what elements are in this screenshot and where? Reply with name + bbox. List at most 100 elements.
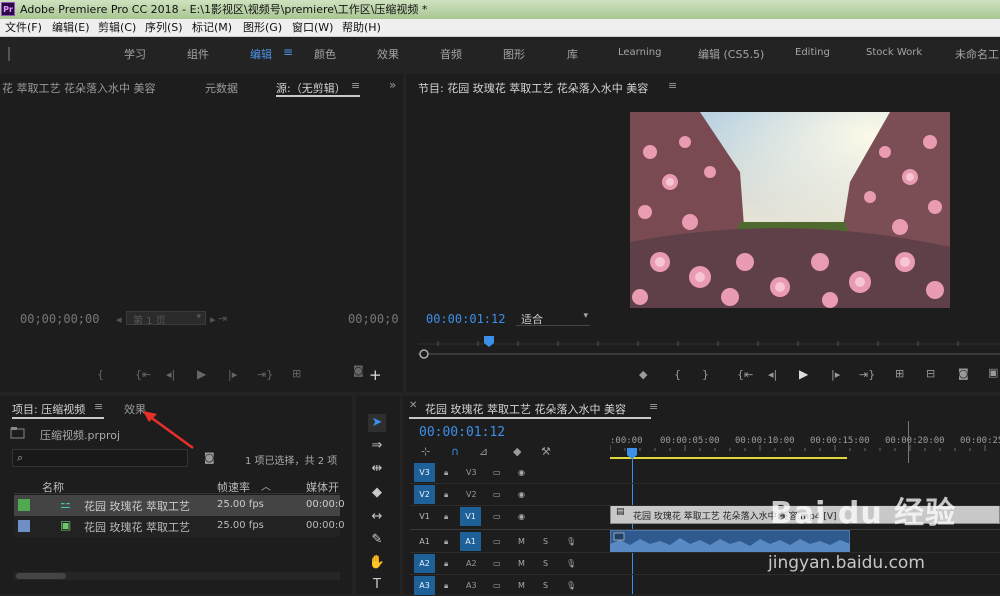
go-to-in-icon[interactable]: {⇤ <box>737 368 753 381</box>
track-target-v3[interactable]: V3 <box>466 463 477 482</box>
source-patch-a2[interactable]: A2 <box>414 554 435 573</box>
workspace-editing[interactable]: 编辑 <box>250 46 272 62</box>
mark-in-icon[interactable]: { <box>97 368 104 381</box>
project-scrollbar[interactable] <box>14 572 340 580</box>
lock-icon[interactable]: 🔒︎ <box>444 554 448 573</box>
microphone-icon[interactable]: 🎙︎ <box>566 554 576 573</box>
menu-help[interactable]: 帮助(H) <box>342 19 381 37</box>
lock-icon[interactable]: 🔒︎ <box>444 576 448 595</box>
add-marker-icon[interactable]: ◆ <box>513 445 521 458</box>
col-media-start[interactable]: 媒体开 <box>306 479 339 495</box>
track-target-v1[interactable]: V1 <box>460 507 481 526</box>
step-back-icon[interactable]: ◂| <box>166 368 175 381</box>
audio-clip-a1[interactable] <box>610 530 850 552</box>
sync-lock-icon[interactable]: ▭ <box>493 507 501 526</box>
workspace-editing-en[interactable]: Editing <box>795 47 830 58</box>
project-panel-menu-icon[interactable]: ≡ <box>94 400 103 413</box>
track-target-v2[interactable]: V2 <box>466 485 477 504</box>
sync-lock-icon[interactable]: ▭ <box>493 463 501 482</box>
source-panel-menu-icon[interactable]: ≡ <box>351 79 360 92</box>
microphone-icon[interactable]: 🎙︎ <box>566 532 576 551</box>
track-select-tool-icon[interactable]: ⇒ <box>368 437 386 455</box>
eye-icon[interactable]: ◉ <box>518 507 525 526</box>
extract-icon[interactable]: ⊟ <box>926 367 935 380</box>
add-marker-icon[interactable]: ◆ <box>639 368 647 381</box>
program-scrub-bar[interactable] <box>418 334 1000 360</box>
track-target-a1[interactable]: A1 <box>460 532 481 551</box>
timeline-sequence-title[interactable]: 花园 玫瑰花 萃取工艺 花朵落入水中 美容 <box>425 401 626 417</box>
go-to-out-icon[interactable]: ⇥} <box>257 368 273 381</box>
sort-ascending-icon[interactable]: ︿ <box>261 478 271 493</box>
linked-selection-icon[interactable]: ⊿ <box>479 445 488 458</box>
menu-clip[interactable]: 剪辑(C) <box>98 19 136 37</box>
lock-icon[interactable]: 🔒︎ <box>444 507 448 526</box>
sync-lock-icon[interactable]: ▭ <box>493 576 501 595</box>
workspace-audio[interactable]: 音频 <box>440 46 462 62</box>
close-icon[interactable]: ✕ <box>409 400 417 411</box>
workspace-assembly[interactable]: 组件 <box>187 46 209 62</box>
export-frame-icon[interactable]: ◙ <box>353 364 364 377</box>
menu-window[interactable]: 窗口(W) <box>292 19 333 37</box>
workspace-learning-en[interactable]: Learning <box>618 47 661 58</box>
workspace-stock-work[interactable]: Stock Work <box>866 47 922 58</box>
solo-button[interactable]: S <box>543 532 548 551</box>
mute-button[interactable]: M <box>518 576 525 595</box>
workspace-untitled[interactable]: 未命名工 <box>955 46 999 62</box>
play-icon[interactable]: ▶ <box>799 367 808 381</box>
timeline-panel-menu-icon[interactable]: ≡ <box>649 400 658 413</box>
track-target-a3[interactable]: A3 <box>466 576 477 595</box>
label-color-swatch[interactable] <box>18 499 30 511</box>
col-name[interactable]: 名称 <box>42 479 64 495</box>
workspace-editing-cs55[interactable]: 编辑 (CS5.5) <box>698 46 764 62</box>
source-timecode-current[interactable]: 00;00;00;00 <box>20 312 99 326</box>
page-select[interactable]: 第 1 页 ▾ <box>126 311 206 327</box>
panel-overflow-icon[interactable]: » <box>389 78 396 92</box>
step-back-icon[interactable]: ◂| <box>768 368 777 381</box>
razor-tool-icon[interactable]: ◆ <box>368 484 386 502</box>
mark-in-icon[interactable]: { <box>674 368 681 381</box>
source-patch-v3[interactable]: V3 <box>414 463 435 482</box>
solo-button[interactable]: S <box>543 576 548 595</box>
snap-magnet-icon[interactable]: ∩ <box>451 445 459 458</box>
microphone-icon[interactable]: 🎙︎ <box>566 576 576 595</box>
workspace-graphics[interactable]: 图形 <box>503 46 525 62</box>
eye-icon[interactable]: ◉ <box>518 485 525 504</box>
lock-icon[interactable]: 🔒︎ <box>444 463 448 482</box>
source-patch-a1[interactable]: A1 <box>414 532 435 551</box>
hand-tool-icon[interactable]: ✋ <box>368 554 386 572</box>
menu-file[interactable]: 文件(F) <box>5 19 42 37</box>
menu-sequence[interactable]: 序列(S) <box>145 19 183 37</box>
insert-overwrite-icon[interactable]: ⊹ <box>421 445 430 458</box>
program-timecode[interactable]: 00:00:01:12 <box>426 312 505 326</box>
button-editor-icon[interactable]: ▣ <box>988 366 998 379</box>
step-forward-icon[interactable]: |▸ <box>228 368 237 381</box>
workspace-effects[interactable]: 效果 <box>377 46 399 62</box>
program-panel-menu-icon[interactable]: ≡ <box>668 79 677 92</box>
tab-metadata[interactable]: 元数据 <box>205 80 238 96</box>
page-prev-icon[interactable]: ◂ <box>116 313 122 326</box>
play-icon[interactable]: ▶ <box>197 367 206 381</box>
step-forward-icon[interactable]: |▸ <box>831 368 840 381</box>
page-next-icon[interactable]: ▸ <box>210 313 216 326</box>
new-bin-from-search-icon[interactable]: ◙ <box>204 451 215 464</box>
workspace-menu-icon[interactable]: ≡ <box>283 45 293 59</box>
col-frame-rate[interactable]: 帧速率 <box>217 479 250 495</box>
selection-tool-icon[interactable]: ➤ <box>368 414 386 432</box>
mute-button[interactable]: M <box>518 554 525 573</box>
timeline-timecode[interactable]: 00:00:01:12 <box>419 425 505 440</box>
menu-edit[interactable]: 编辑(E) <box>52 19 90 37</box>
go-to-in-icon[interactable]: {⇤ <box>135 368 151 381</box>
workspace-color[interactable]: 颜色 <box>314 46 336 62</box>
workspace-learn[interactable]: 学习 <box>124 46 146 62</box>
lift-icon[interactable]: ⊞ <box>895 367 904 380</box>
project-item-row[interactable]: ⚍ 花园 玫瑰花 萃取工艺 25.00 fps 00:00:0 <box>14 495 345 516</box>
mark-out-icon[interactable]: } <box>702 368 709 381</box>
source-patch-a3[interactable]: A3 <box>414 576 435 595</box>
lock-icon[interactable]: 🔒︎ <box>444 485 448 504</box>
workspace-grip[interactable] <box>8 47 10 61</box>
source-patch-v2[interactable]: V2 <box>414 485 435 504</box>
source-patch-v1[interactable]: V1 <box>414 507 435 526</box>
menu-marker[interactable]: 标记(M) <box>192 19 232 37</box>
project-scrollbar-thumb[interactable] <box>16 573 66 579</box>
workspace-libraries[interactable]: 库 <box>567 46 578 62</box>
